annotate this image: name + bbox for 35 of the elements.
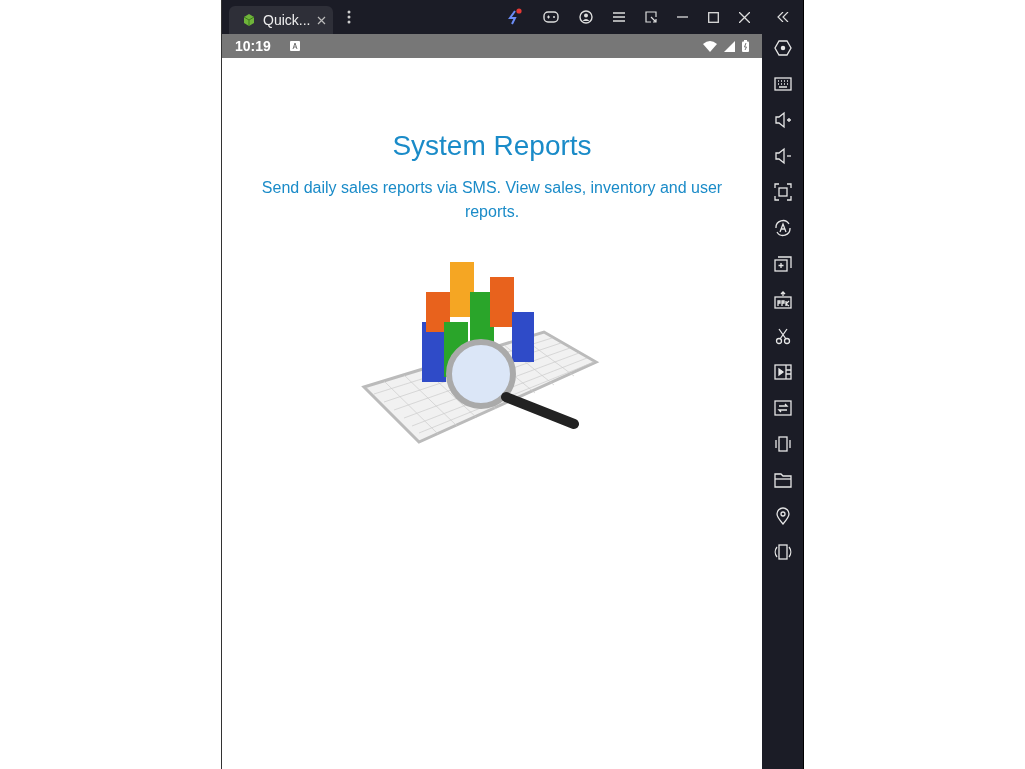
volume-up-icon[interactable]	[773, 111, 792, 129]
add-window-icon[interactable]	[773, 255, 792, 273]
page-description: Send daily sales reports via SMS. View sales, inventory and user reports.	[260, 178, 724, 222]
app-tab[interactable]: Quick...	[229, 6, 334, 34]
maximize-icon[interactable]	[708, 11, 719, 23]
swap-icon[interactable]	[773, 399, 792, 417]
apk-install-icon[interactable]	[773, 291, 792, 309]
location-pin-icon[interactable]	[773, 507, 792, 525]
box-icon	[242, 13, 256, 27]
page-title: System Reports	[392, 130, 592, 162]
lightning-icon[interactable]	[507, 8, 523, 26]
resize-icon[interactable]	[645, 11, 657, 23]
phone-rotate-icon[interactable]	[773, 543, 792, 561]
scissors-icon[interactable]	[773, 327, 792, 345]
screenshot-icon[interactable]	[773, 183, 792, 201]
menu-icon[interactable]	[613, 12, 625, 22]
notification-icon	[289, 41, 300, 51]
folder-icon[interactable]	[773, 471, 792, 489]
more-icon[interactable]	[347, 10, 352, 24]
settings-icon[interactable]	[773, 39, 792, 57]
signal-icon	[724, 40, 735, 52]
vibrate-icon[interactable]	[773, 435, 792, 453]
status-time: 10:19	[235, 38, 271, 54]
account-icon[interactable]	[579, 10, 593, 24]
wifi-icon	[703, 40, 717, 52]
close-icon[interactable]	[317, 15, 327, 25]
tab-title: Quick...	[263, 12, 311, 28]
video-icon[interactable]	[773, 363, 792, 381]
volume-down-icon[interactable]	[773, 147, 792, 165]
collapse-icon[interactable]	[776, 12, 789, 22]
keyboard-icon[interactable]	[773, 75, 792, 93]
close-icon[interactable]	[739, 11, 750, 23]
gamepad-icon[interactable]	[543, 11, 559, 23]
rotate-icon[interactable]	[773, 219, 792, 237]
battery-icon	[742, 40, 749, 52]
